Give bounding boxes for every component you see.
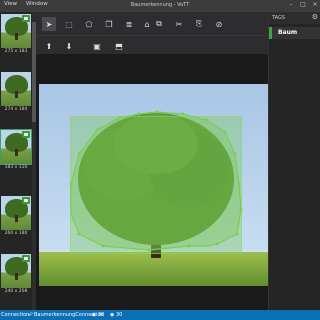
- gear-icon[interactable]: ⚙: [312, 13, 318, 21]
- tagged-icon: [22, 131, 30, 138]
- pointer-icon[interactable]: ➤: [42, 17, 56, 31]
- status-tagged-count: 30: [98, 312, 105, 318]
- layers-icon[interactable]: ≣: [122, 17, 136, 31]
- tagged-icon: [22, 197, 30, 204]
- image-size: 240 x 208: [4, 289, 28, 294]
- status-connection-label: Connection: [1, 312, 30, 318]
- thumbnail-image: [1, 72, 31, 106]
- cut-icon[interactable]: ✂: [172, 17, 186, 31]
- clear-icon[interactable]: ⊘: [212, 17, 226, 31]
- image-size: 260 x 180: [4, 231, 28, 236]
- connection-icon: ☍: [28, 312, 34, 318]
- paste-icon[interactable]: ⎘: [192, 17, 206, 31]
- image-size: 183 x 110: [4, 165, 28, 170]
- next-image-icon[interactable]: ⬇: [62, 39, 76, 53]
- tagged-icon: [22, 15, 30, 22]
- window-title: Baumerkennung - VoTT: [130, 2, 190, 8]
- maximize-icon[interactable]: □: [298, 1, 308, 8]
- image-thumbnail[interactable]: 274 x 184: [0, 72, 32, 114]
- close-icon[interactable]: ×: [310, 1, 320, 8]
- tags-header: TAGS ⚙: [269, 12, 320, 24]
- previous-image-icon[interactable]: ⬆: [42, 39, 56, 53]
- image-thumbnail-selected[interactable]: 183 x 110: [0, 129, 32, 172]
- editor-canvas[interactable]: [36, 54, 268, 314]
- image-thumbnail[interactable]: 260 x 180: [0, 196, 32, 238]
- tag-item-baum[interactable]: Baum: [269, 27, 320, 39]
- copy-rectangle-icon[interactable]: ❐: [102, 17, 116, 31]
- tag-icon: ◆: [92, 312, 96, 318]
- tagged-icon: [22, 255, 30, 262]
- image-size: 275 x 183: [4, 49, 28, 54]
- minimize-icon[interactable]: –: [286, 1, 296, 8]
- status-bar: Connection ☍ BaumerkennungConnection ◆ 3…: [0, 310, 320, 320]
- image-thumbnail[interactable]: 275 x 183: [0, 14, 32, 56]
- image-thumbnail[interactable]: 240 x 208: [0, 254, 32, 296]
- asset-image: [39, 84, 268, 314]
- polygon-icon[interactable]: ⬠: [82, 17, 96, 31]
- title-bar: View Window Baumerkennung - VoTT – □ ×: [0, 0, 320, 12]
- image-list: 275 x 183 274 x 184 183 x 110 260 x 180 …: [0, 12, 36, 310]
- save-icon[interactable]: ▣: [90, 39, 104, 53]
- tags-title: TAGS: [272, 15, 286, 21]
- status-visited-count: 30: [116, 312, 123, 318]
- editor-toolbar: ➤ ⬚ ⬠ ❐ ≣ ⌂ ⧉ ✂ ⎘ ⊘ ⬆ ⬇ ▣ ⬒: [36, 12, 268, 54]
- eye-icon: ◉: [110, 312, 115, 318]
- export-icon[interactable]: ⬒: [112, 39, 126, 53]
- polygon-region[interactable]: [39, 84, 268, 314]
- rectangle-icon[interactable]: ⬚: [62, 17, 76, 31]
- tag-label: Baum: [278, 29, 298, 36]
- copy-icon[interactable]: ⧉: [152, 17, 166, 31]
- tags-panel: TAGS ⚙ Baum: [268, 12, 320, 310]
- image-size: 274 x 184: [4, 107, 28, 112]
